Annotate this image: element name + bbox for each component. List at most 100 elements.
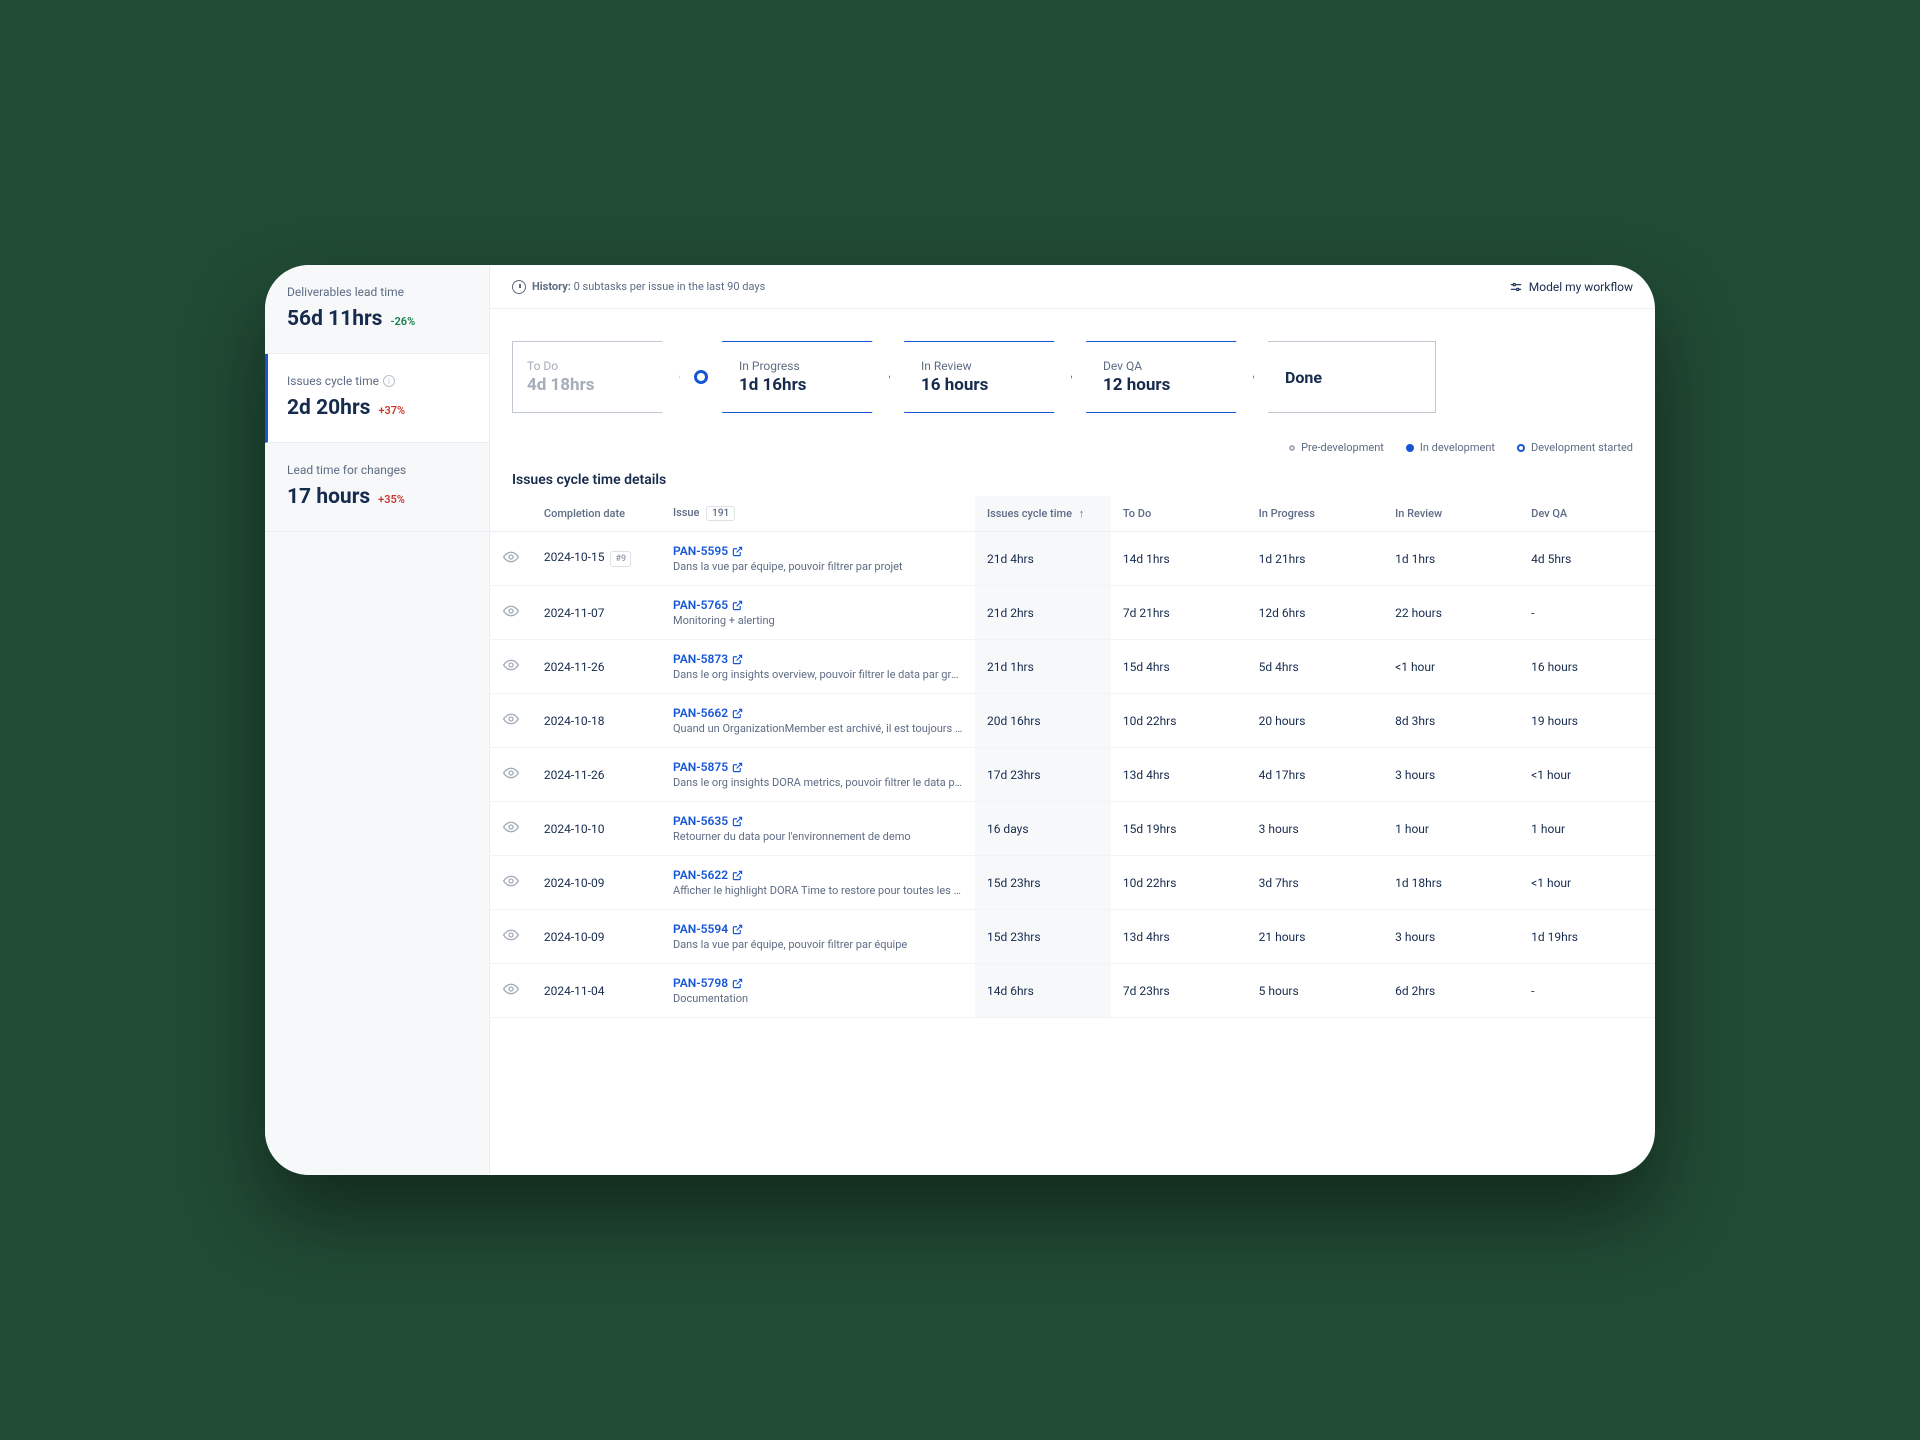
issues-table-scroll[interactable]: Completion date Issue 191 Issues cycle t… (490, 496, 1655, 1175)
external-link-icon (732, 870, 743, 881)
cell-issue: PAN-5595Dans la vue par équipe, pouvoir … (661, 532, 975, 586)
issue-link[interactable]: PAN-5622 (673, 868, 743, 882)
stage-in-review[interactable]: In Review 16 hours (904, 341, 1072, 413)
cell-todo: 14d 1hrs (1111, 532, 1247, 586)
issue-description: Documentation (673, 992, 963, 1005)
issue-link[interactable]: PAN-5875 (673, 760, 743, 774)
visibility-toggle-icon[interactable] (503, 927, 519, 943)
table-row[interactable]: 2024-10-18PAN-5662Quand un OrganizationM… (490, 694, 1655, 748)
legend-pre-development: Pre-development (1289, 441, 1384, 454)
cell-completion-date: 2024-11-26 (532, 748, 661, 802)
stage-done[interactable]: Done (1268, 341, 1436, 413)
table-row[interactable]: 2024-11-26PAN-5875Dans le org insights D… (490, 748, 1655, 802)
cell-todo: 7d 23hrs (1111, 964, 1247, 1018)
cell-cycle-time: 14d 6hrs (975, 964, 1111, 1018)
cell-inprogress: 1d 21hrs (1247, 532, 1383, 586)
visibility-toggle-icon[interactable] (503, 549, 519, 565)
visibility-toggle-icon[interactable] (503, 981, 519, 997)
cell-devqa: 1 hour (1519, 802, 1655, 856)
cell-inprogress: 3d 7hrs (1247, 856, 1383, 910)
cell-todo: 13d 4hrs (1111, 910, 1247, 964)
cell-inprogress: 5 hours (1247, 964, 1383, 1018)
metric-lead-time-changes[interactable]: Lead time for changes 17 hours +35% (265, 443, 489, 532)
col-header-visibility (490, 496, 532, 532)
metric-issues-cycle-time[interactable]: Issues cycle time i 2d 20hrs +37% (265, 354, 489, 443)
visibility-toggle-icon[interactable] (503, 873, 519, 889)
workflow-legend: Pre-development In development Developme… (490, 423, 1655, 460)
cell-todo: 10d 22hrs (1111, 694, 1247, 748)
external-link-icon (732, 978, 743, 989)
cell-devqa: - (1519, 964, 1655, 1018)
visibility-toggle-icon[interactable] (503, 819, 519, 835)
col-header-issue[interactable]: Issue 191 (661, 496, 975, 532)
metric-value: 56d 11hrs (287, 307, 382, 331)
table-row[interactable]: 2024-10-09PAN-5622Afficher le highlight … (490, 856, 1655, 910)
cell-inprogress: 20 hours (1247, 694, 1383, 748)
dot-icon (1517, 444, 1525, 452)
issue-link[interactable]: PAN-5595 (673, 544, 743, 558)
col-header-todo[interactable]: To Do (1111, 496, 1247, 532)
table-row[interactable]: 2024-10-09PAN-5594Dans la vue par équipe… (490, 910, 1655, 964)
issue-link[interactable]: PAN-5873 (673, 652, 743, 666)
info-icon[interactable]: i (383, 375, 395, 387)
stage-value: 1d 16hrs (739, 375, 863, 395)
stage-value: 12 hours (1103, 375, 1227, 395)
cell-inreview: <1 hour (1383, 640, 1519, 694)
cell-devqa: 4d 5hrs (1519, 532, 1655, 586)
stage-value: Done (1285, 368, 1409, 387)
col-header-cycle[interactable]: Issues cycle time ↑ (975, 496, 1111, 532)
issue-link[interactable]: PAN-5765 (673, 598, 743, 612)
row-badge: #9 (610, 551, 631, 567)
table-row[interactable]: 2024-10-15#9PAN-5595Dans la vue par équi… (490, 532, 1655, 586)
table-row[interactable]: 2024-11-04PAN-5798Documentation14d 6hrs7… (490, 964, 1655, 1018)
stage-label: In Review (921, 359, 1045, 373)
dot-icon (1406, 444, 1414, 452)
dot-icon (1289, 445, 1295, 451)
stage-label: To Do (527, 359, 653, 373)
issue-link[interactable]: PAN-5635 (673, 814, 743, 828)
issue-link[interactable]: PAN-5594 (673, 922, 743, 936)
cell-todo: 7d 21hrs (1111, 586, 1247, 640)
external-link-icon (732, 546, 743, 557)
visibility-toggle-icon[interactable] (503, 765, 519, 781)
issue-description: Quand un OrganizationMember est archivé,… (673, 722, 963, 735)
table-row[interactable]: 2024-10-10PAN-5635Retourner du data pour… (490, 802, 1655, 856)
external-link-icon (732, 654, 743, 665)
cell-todo: 13d 4hrs (1111, 748, 1247, 802)
col-header-inprogress[interactable]: In Progress (1247, 496, 1383, 532)
external-link-icon (732, 924, 743, 935)
visibility-toggle-icon[interactable] (503, 711, 519, 727)
cell-inreview: 3 hours (1383, 910, 1519, 964)
cell-cycle-time: 21d 1hrs (975, 640, 1111, 694)
cell-devqa: <1 hour (1519, 856, 1655, 910)
stage-value: 16 hours (921, 375, 1045, 395)
visibility-toggle-icon[interactable] (503, 657, 519, 673)
sort-ascending-icon: ↑ (1079, 507, 1085, 520)
visibility-toggle-icon[interactable] (503, 603, 519, 619)
col-header-completion[interactable]: Completion date (532, 496, 661, 532)
cell-issue: PAN-5875Dans le org insights DORA metric… (661, 748, 975, 802)
metric-delta: -26% (390, 315, 415, 328)
stage-value: 4d 18hrs (527, 375, 653, 395)
cell-cycle-time: 15d 23hrs (975, 910, 1111, 964)
metric-label: Lead time for changes (287, 463, 471, 477)
sliders-icon (1509, 280, 1523, 294)
cell-completion-date: 2024-11-26 (532, 640, 661, 694)
metric-deliverables-lead-time[interactable]: Deliverables lead time 56d 11hrs -26% (265, 265, 489, 354)
issue-description: Retourner du data pour l'environnement d… (673, 830, 963, 843)
stage-in-progress[interactable]: In Progress 1d 16hrs (722, 341, 890, 413)
model-workflow-button[interactable]: Model my workflow (1509, 280, 1633, 294)
issue-description: Dans la vue par équipe, pouvoir filtrer … (673, 938, 963, 951)
table-row[interactable]: 2024-11-26PAN-5873Dans le org insights o… (490, 640, 1655, 694)
table-row[interactable]: 2024-11-07PAN-5765Monitoring + alerting2… (490, 586, 1655, 640)
cell-inreview: 1 hour (1383, 802, 1519, 856)
stage-label: In Progress (739, 359, 863, 373)
stage-todo[interactable]: To Do 4d 18hrs (512, 341, 680, 413)
col-header-inreview[interactable]: In Review (1383, 496, 1519, 532)
history-label: History: (532, 280, 571, 293)
stage-dev-qa[interactable]: Dev QA 12 hours (1086, 341, 1254, 413)
col-header-devqa[interactable]: Dev QA (1519, 496, 1655, 532)
metric-delta: +37% (378, 404, 405, 417)
issue-link[interactable]: PAN-5662 (673, 706, 743, 720)
issue-link[interactable]: PAN-5798 (673, 976, 743, 990)
